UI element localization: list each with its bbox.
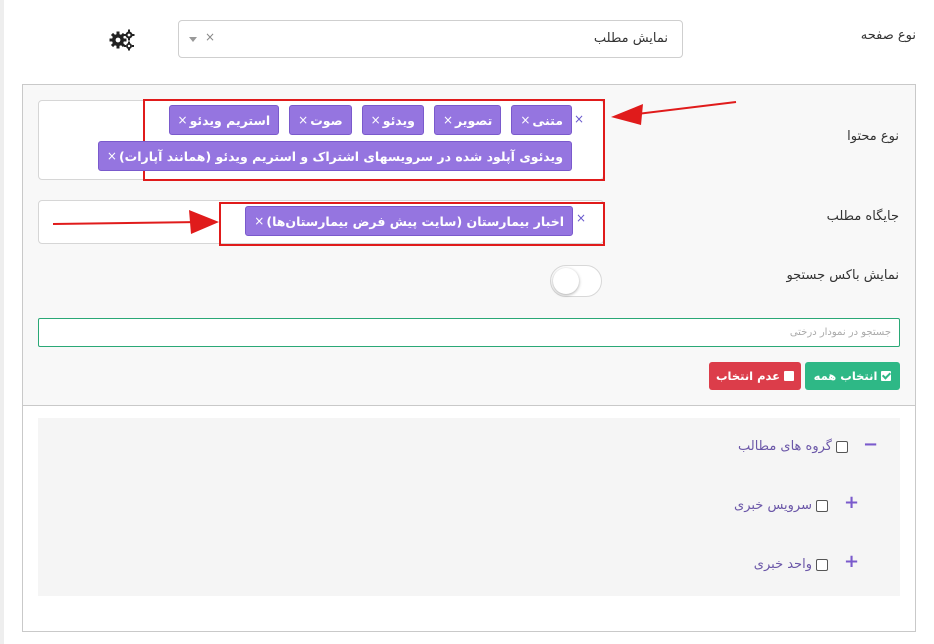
tree-node-checkbox[interactable]	[836, 440, 848, 453]
checkbox-checked-icon	[881, 371, 892, 381]
tag-video[interactable]: ویدئو ×	[361, 105, 424, 135]
tag-hospital-news[interactable]: اخبار بیمارستان (سایت پیش فرض بیمارستان‌…	[245, 206, 573, 236]
search-box-toggle[interactable]	[550, 265, 602, 297]
checkbox-empty-icon	[784, 371, 795, 381]
tag-remove-icon: ×	[106, 149, 117, 163]
content-type-label: نوع محتوا	[847, 129, 899, 144]
placement-tags: اخبار بیمارستان (سایت پیش فرض بیمارستان‌…	[233, 206, 573, 236]
tree-node-news-unit[interactable]: واحد خبری	[754, 557, 828, 572]
gear-icon[interactable]	[107, 26, 137, 52]
deselect-button[interactable]: عدم انتخاب	[709, 362, 801, 390]
page-type-label: نوع صفحه	[860, 28, 916, 43]
page-type-clear-icon[interactable]: ×	[205, 30, 215, 44]
chevron-down-icon[interactable]	[189, 37, 197, 42]
tree-container: − گروه های مطالب + سرویس خبری + واحد خبر…	[38, 418, 900, 596]
tag-remove-icon: ×	[298, 113, 309, 127]
tree-search-input[interactable]	[38, 318, 900, 347]
tag-image[interactable]: تصویر ×	[433, 105, 502, 135]
toggle-knob	[553, 268, 579, 294]
settings-panel: نوع محتوا × متنی × تصویر × ویدئو × صوت × است…	[22, 84, 916, 406]
left-border	[0, 0, 4, 644]
tag-text[interactable]: متنی ×	[511, 105, 572, 135]
tag-remove-icon: ×	[442, 113, 454, 127]
tag-remove-icon: ×	[254, 214, 265, 228]
expand-icon[interactable]: +	[844, 494, 859, 512]
tag-remove-icon: ×	[520, 113, 531, 127]
placement-label: جایگاه مطلب	[826, 209, 899, 224]
page-type-select[interactable]: نمایش مطلب ×	[178, 20, 683, 58]
tree-node-checkbox[interactable]	[816, 499, 828, 512]
tree-node-checkbox[interactable]	[816, 558, 828, 571]
tag-remove-icon: ×	[370, 113, 381, 127]
tag-audio[interactable]: صوت ×	[289, 105, 352, 135]
tag-uploaded-video[interactable]: ویدئوی آپلود شده در سرویسهای اشتراک و اس…	[97, 141, 572, 171]
red-arrow-icon	[611, 101, 737, 125]
select-all-button[interactable]: انتخاب همه	[805, 362, 900, 390]
placement-clear-icon[interactable]: ×	[576, 211, 586, 225]
collapse-icon[interactable]: −	[863, 436, 878, 454]
red-arrow-icon	[52, 210, 219, 234]
tag-video-stream[interactable]: استریم ویدئو ×	[168, 105, 280, 135]
tree-node-content-groups[interactable]: گروه های مطالب	[738, 439, 848, 454]
tree-panel: − گروه های مطالب + سرویس خبری + واحد خبر…	[22, 406, 916, 632]
tree-node-news-service[interactable]: سرویس خبری	[734, 498, 828, 513]
search-box-label: نمایش باکس جستجو	[786, 268, 899, 283]
page-type-value: نمایش مطلب	[593, 31, 668, 46]
expand-icon[interactable]: +	[844, 553, 859, 571]
content-type-clear-icon[interactable]: ×	[574, 112, 584, 126]
tag-remove-icon: ×	[177, 113, 188, 127]
content-type-tags: متنی × تصویر × ویدئو × صوت × استریم ویدئو × و…	[97, 105, 572, 171]
